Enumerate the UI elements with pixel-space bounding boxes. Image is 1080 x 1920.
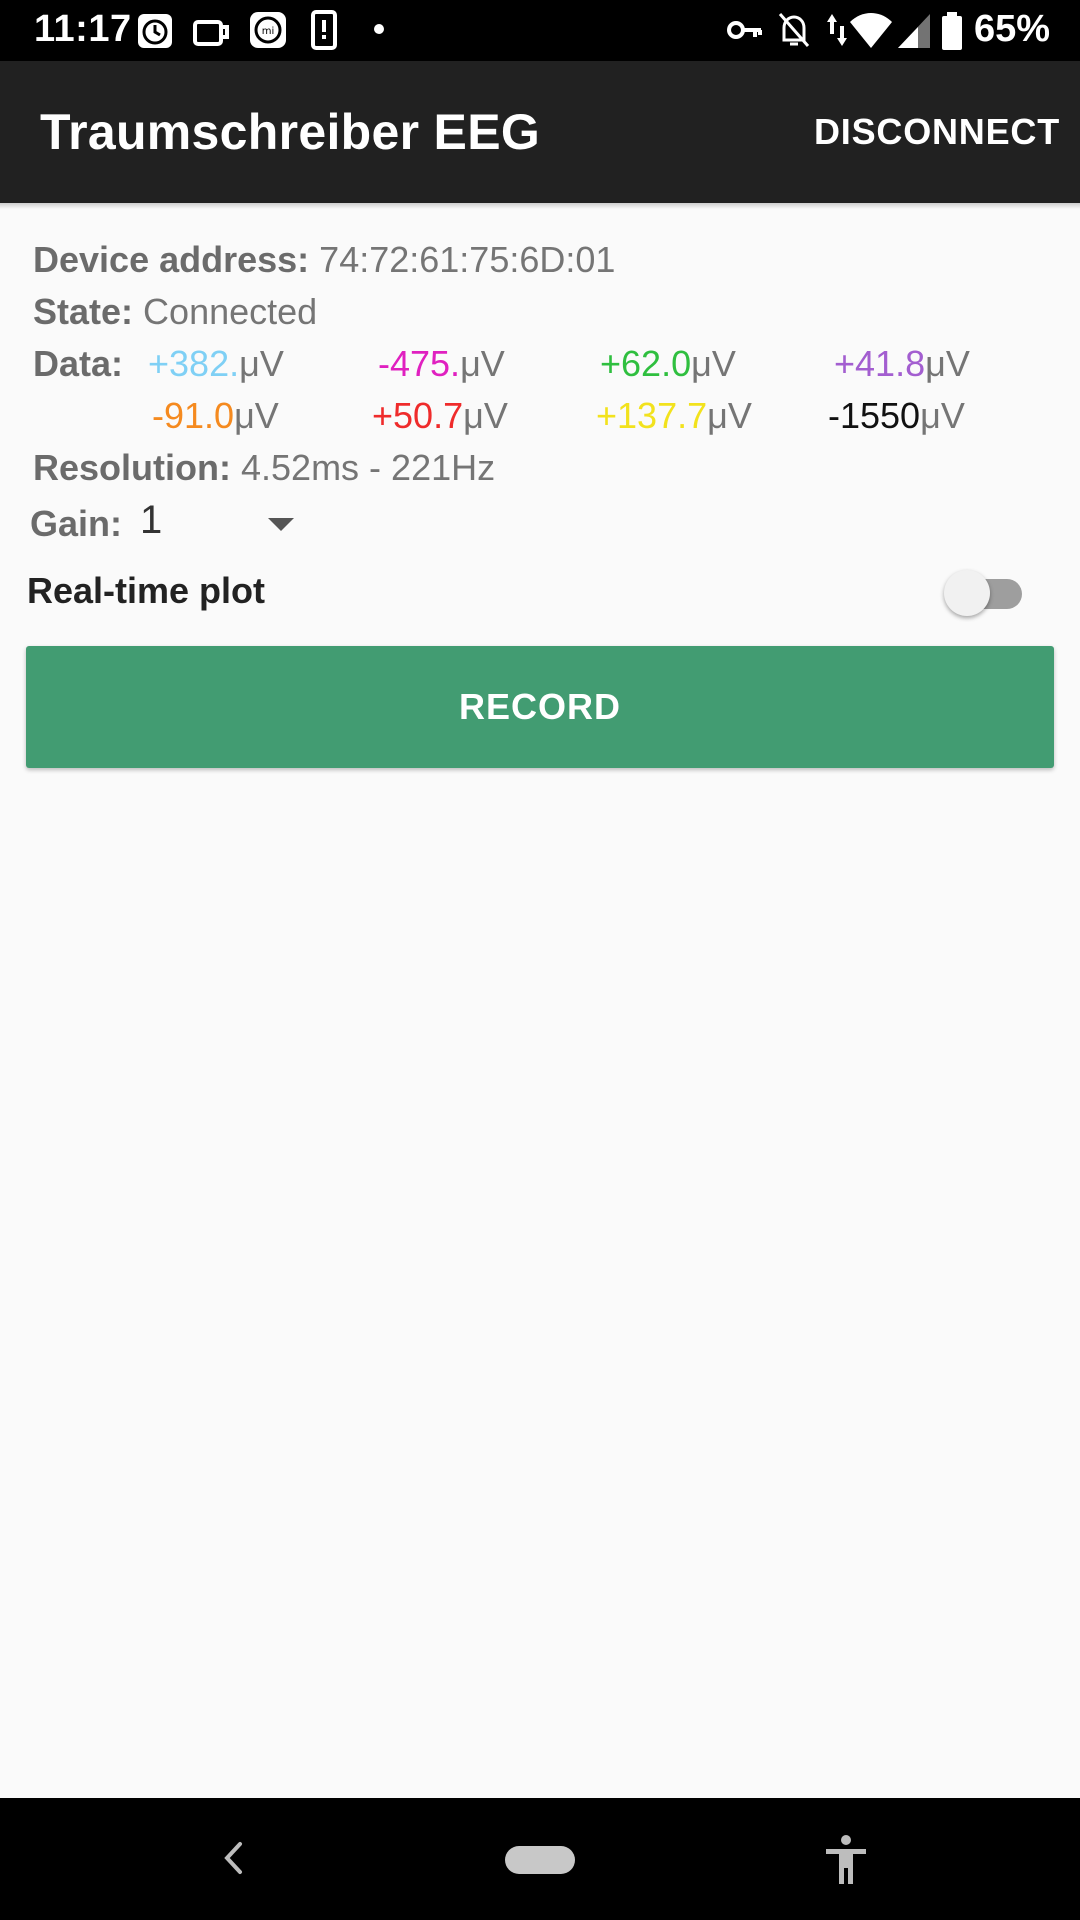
channel-6-unit: μV bbox=[463, 395, 508, 436]
dot-icon bbox=[374, 24, 384, 34]
channel-3-number: +62.0 bbox=[600, 343, 692, 384]
gain-selected-value: 1 bbox=[140, 498, 163, 542]
channel-5-number: -91.0 bbox=[152, 395, 235, 436]
channel-8-value: -1550μV bbox=[828, 395, 965, 437]
battery-percent: 65% bbox=[973, 8, 1050, 50]
channel-7-value: +137.7μV bbox=[596, 395, 752, 437]
back-icon[interactable] bbox=[222, 1840, 244, 1876]
channel-7-unit: μV bbox=[707, 395, 752, 436]
channel-4-number: +41.8 bbox=[834, 343, 926, 384]
cell-signal-icon bbox=[898, 14, 930, 48]
gain-label: Gain: bbox=[30, 503, 123, 544]
app-title: Traumschreiber EEG bbox=[40, 104, 541, 160]
channel-1-unit: μV bbox=[239, 343, 284, 384]
status-bar: 11:17 mi 65% bbox=[0, 0, 1080, 61]
channel-1-number: +382. bbox=[148, 343, 240, 384]
state-value: Connected bbox=[143, 291, 318, 332]
vpn-key-icon bbox=[727, 21, 762, 39]
status-time: 11:17 bbox=[34, 8, 132, 50]
device-address-label: Device address: bbox=[33, 239, 310, 280]
channel-5-unit: μV bbox=[234, 395, 279, 436]
channel-2-unit: μV bbox=[460, 343, 505, 384]
navigation-bar bbox=[0, 1798, 1080, 1920]
channel-7-number: +137.7 bbox=[596, 395, 708, 436]
resolution-row: Resolution: 4.52ms - 221Hz bbox=[33, 447, 495, 489]
channel-3-value: +62.0μV bbox=[600, 343, 736, 385]
cup-icon bbox=[193, 20, 229, 46]
app-bar-shadow bbox=[0, 203, 1080, 209]
dropdown-arrow-icon bbox=[268, 518, 294, 531]
device-address-value: 74:72:61:75:6D:01 bbox=[319, 239, 616, 280]
channel-2-value: -475.μV bbox=[378, 343, 505, 385]
channel-8-unit: μV bbox=[920, 395, 965, 436]
record-button[interactable]: RECORD bbox=[26, 646, 1054, 768]
clock-icon bbox=[138, 14, 172, 48]
channel-5-value: -91.0μV bbox=[152, 395, 279, 437]
realtime-plot-switch[interactable] bbox=[944, 566, 1028, 618]
gain-dropdown[interactable]: 1 bbox=[140, 498, 300, 550]
channel-8-number: -1550 bbox=[828, 395, 921, 436]
channel-2-number: -475. bbox=[378, 343, 461, 384]
channel-3-unit: μV bbox=[691, 343, 736, 384]
app-bar: Traumschreiber EEG DISCONNECT bbox=[0, 61, 1080, 203]
wifi-icon bbox=[850, 13, 892, 48]
channel-4-unit: μV bbox=[925, 343, 970, 384]
state-row: State: Connected bbox=[33, 291, 317, 333]
disconnect-button[interactable]: DISCONNECT bbox=[814, 111, 1060, 153]
phone-alert-icon bbox=[311, 10, 337, 50]
data-label: Data: bbox=[33, 343, 124, 384]
accessibility-icon[interactable] bbox=[822, 1834, 870, 1886]
resolution-value: 4.52ms - 221Hz bbox=[241, 447, 496, 488]
realtime-plot-label: Real-time plot bbox=[27, 570, 266, 611]
device-address-row: Device address: 74:72:61:75:6D:01 bbox=[33, 239, 615, 281]
battery-icon bbox=[942, 12, 962, 50]
channel-6-value: +50.7μV bbox=[372, 395, 508, 437]
switch-thumb bbox=[944, 570, 990, 616]
svg-text:mi: mi bbox=[262, 26, 275, 37]
channel-1-value: +382.μV bbox=[148, 343, 284, 385]
state-label: State: bbox=[33, 291, 134, 332]
notifications-off-icon bbox=[778, 13, 810, 47]
mi-fit-icon: mi bbox=[250, 12, 286, 48]
data-arrows-icon bbox=[827, 14, 847, 46]
home-button[interactable] bbox=[505, 1846, 575, 1874]
data-label-row: Data: bbox=[33, 343, 123, 385]
resolution-label: Resolution: bbox=[33, 447, 231, 488]
channel-4-value: +41.8μV bbox=[834, 343, 970, 385]
channel-6-number: +50.7 bbox=[372, 395, 464, 436]
